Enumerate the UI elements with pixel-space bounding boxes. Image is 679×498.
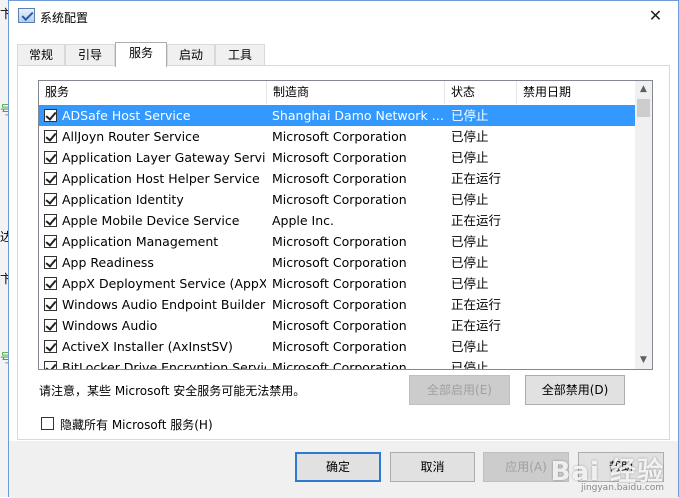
watermark-url: jingyan.baidu.com bbox=[580, 483, 664, 493]
service-name: Windows Audio bbox=[62, 318, 158, 333]
tab-startup[interactable]: 启动 bbox=[167, 44, 215, 66]
service-checkbox[interactable] bbox=[44, 277, 57, 290]
security-services-note: 请注意，某些 Microsoft 安全服务可能无法禁用。 bbox=[39, 384, 306, 398]
service-row[interactable]: AppX Deployment Service (AppX... Microsof… bbox=[39, 273, 636, 294]
enable-all-button[interactable]: 全部启用(E) bbox=[409, 375, 510, 405]
service-checkbox[interactable] bbox=[44, 109, 57, 122]
service-status: 正在运行 bbox=[451, 297, 502, 312]
service-status: 已停止 bbox=[451, 234, 489, 249]
service-row[interactable]: Application Layer Gateway Service Microso… bbox=[39, 147, 636, 168]
service-checkbox[interactable] bbox=[44, 193, 57, 206]
scroll-down-arrow-icon[interactable]: ▼ bbox=[635, 352, 652, 369]
service-status: 正在运行 bbox=[451, 318, 502, 333]
service-manufacturer: Microsoft Corporation bbox=[272, 360, 407, 370]
services-panel: 服务 制造商 状态 禁用日期 ADSafe Host Service Shangh… bbox=[17, 65, 670, 440]
service-name: Application Identity bbox=[62, 192, 184, 207]
service-checkbox[interactable] bbox=[44, 214, 57, 227]
list-rows: ADSafe Host Service Shanghai Damo Network… bbox=[39, 105, 636, 370]
service-name: ADSafe Host Service bbox=[62, 108, 191, 123]
column-header-service[interactable]: 服务 bbox=[39, 81, 267, 104]
tab-tools[interactable]: 工具 bbox=[215, 44, 265, 66]
service-manufacturer: Microsoft Corporation bbox=[272, 255, 407, 270]
service-status: 已停止 bbox=[451, 129, 489, 144]
service-name: Application Management bbox=[62, 234, 219, 249]
cancel-button[interactable]: 取消 bbox=[390, 452, 475, 482]
service-checkbox[interactable] bbox=[44, 319, 57, 332]
service-status: 已停止 bbox=[451, 150, 489, 165]
service-status: 已停止 bbox=[451, 276, 489, 291]
tab-services[interactable]: 服务 bbox=[115, 42, 167, 67]
service-checkbox[interactable] bbox=[44, 298, 57, 311]
service-status: 已停止 bbox=[451, 339, 489, 354]
service-checkbox[interactable] bbox=[44, 235, 57, 248]
service-status: 已停止 bbox=[451, 108, 489, 123]
service-row[interactable]: Apple Mobile Device Service Apple Inc. 正在运… bbox=[39, 210, 636, 231]
baidu-watermark: Bai 经验 jingyan.baidu.com bbox=[551, 451, 664, 493]
column-header-manufacturer[interactable]: 制造商 bbox=[267, 81, 445, 104]
service-checkbox[interactable] bbox=[44, 151, 57, 164]
services-list[interactable]: 服务 制造商 状态 禁用日期 ADSafe Host Service Shangh… bbox=[38, 80, 653, 370]
service-manufacturer: Microsoft Corporation bbox=[272, 276, 407, 291]
vertical-scrollbar[interactable]: ▲ ▼ bbox=[635, 81, 652, 369]
service-row[interactable]: AllJoyn Router Service Microsoft Corporat… bbox=[39, 126, 636, 147]
service-name: AppX Deployment Service (AppX... bbox=[62, 276, 266, 291]
tab-general[interactable]: 常规 bbox=[17, 44, 65, 66]
service-manufacturer: Microsoft Corporation bbox=[272, 171, 407, 186]
service-status: 正在运行 bbox=[451, 213, 502, 228]
service-row[interactable]: ActiveX Installer (AxInstSV) Microsoft Co… bbox=[39, 336, 636, 357]
tab-boot[interactable]: 引导 bbox=[65, 44, 115, 66]
service-checkbox[interactable] bbox=[44, 130, 57, 143]
ok-button[interactable]: 确定 bbox=[295, 452, 381, 482]
service-manufacturer: Apple Inc. bbox=[272, 213, 335, 228]
service-manufacturer: Microsoft Corporation bbox=[272, 150, 407, 165]
service-manufacturer: Microsoft Corporation bbox=[272, 129, 407, 144]
service-status: 已停止 bbox=[451, 192, 489, 207]
hide-microsoft-services-label: 隐藏所有 Microsoft 服务(H) bbox=[60, 418, 213, 432]
service-row[interactable]: ADSafe Host Service Shanghai Damo Network… bbox=[39, 105, 636, 126]
service-name: ActiveX Installer (AxInstSV) bbox=[62, 339, 233, 354]
service-checkbox[interactable] bbox=[44, 340, 57, 353]
msconfig-app-icon bbox=[18, 8, 35, 23]
service-row[interactable]: Windows Audio Microsoft Corporation 正在运行 bbox=[39, 315, 636, 336]
service-manufacturer: Shanghai Damo Network S... bbox=[272, 108, 446, 123]
close-button[interactable]: ✕ bbox=[633, 1, 678, 31]
service-checkbox[interactable] bbox=[44, 172, 57, 185]
column-header-disabled-date[interactable]: 禁用日期 bbox=[517, 81, 636, 104]
dialog-footer: 确定 取消 应用(A) 帮助 Bai 经验 jingyan.baidu.com bbox=[9, 441, 678, 498]
scroll-up-arrow-icon[interactable]: ▲ bbox=[635, 81, 652, 98]
service-name: App Readiness bbox=[62, 255, 154, 270]
service-status: 已停止 bbox=[451, 360, 489, 370]
service-name: Application Host Helper Service bbox=[62, 171, 260, 186]
hide-microsoft-services-checkbox[interactable] bbox=[41, 417, 54, 430]
service-status: 正在运行 bbox=[451, 171, 502, 186]
service-name: Apple Mobile Device Service bbox=[62, 213, 240, 228]
column-header-status[interactable]: 状态 bbox=[445, 81, 517, 104]
list-header: 服务 制造商 状态 禁用日期 bbox=[39, 81, 636, 104]
service-status: 已停止 bbox=[451, 255, 489, 270]
service-checkbox[interactable] bbox=[44, 361, 57, 369]
service-name: AllJoyn Router Service bbox=[62, 129, 200, 144]
service-name: BitLocker Drive Encryption Service bbox=[62, 360, 266, 370]
service-manufacturer: Microsoft Corporation bbox=[272, 339, 407, 354]
service-name: Windows Audio Endpoint Builder bbox=[62, 297, 266, 312]
title-bar[interactable]: 系统配置 ✕ bbox=[9, 1, 678, 32]
service-manufacturer: Microsoft Corporation bbox=[272, 318, 407, 333]
system-config-dialog: 系统配置 ✕ 常规 引导 服务 启动 工具 服务 制造商 状态 禁用日期 ADS… bbox=[8, 0, 679, 498]
service-manufacturer: Microsoft Corporation bbox=[272, 297, 407, 312]
service-row[interactable]: Application Management Microsoft Corporat… bbox=[39, 231, 636, 252]
service-checkbox[interactable] bbox=[44, 256, 57, 269]
service-row[interactable]: Windows Audio Endpoint Builder Microsoft … bbox=[39, 294, 636, 315]
disable-all-button[interactable]: 全部禁用(D) bbox=[525, 375, 625, 405]
service-manufacturer: Microsoft Corporation bbox=[272, 192, 407, 207]
service-row[interactable]: Application Host Helper Service Microsoft… bbox=[39, 168, 636, 189]
service-row[interactable]: Application Identity Microsoft Corporatio… bbox=[39, 189, 636, 210]
service-manufacturer: Microsoft Corporation bbox=[272, 234, 407, 249]
service-name: Application Layer Gateway Service bbox=[62, 150, 266, 165]
service-row[interactable]: App Readiness Microsoft Corporation 已停止 bbox=[39, 252, 636, 273]
window-title: 系统配置 bbox=[40, 11, 89, 25]
service-row[interactable]: BitLocker Drive Encryption Service Micros… bbox=[39, 357, 636, 370]
scrollbar-thumb[interactable] bbox=[637, 99, 650, 117]
